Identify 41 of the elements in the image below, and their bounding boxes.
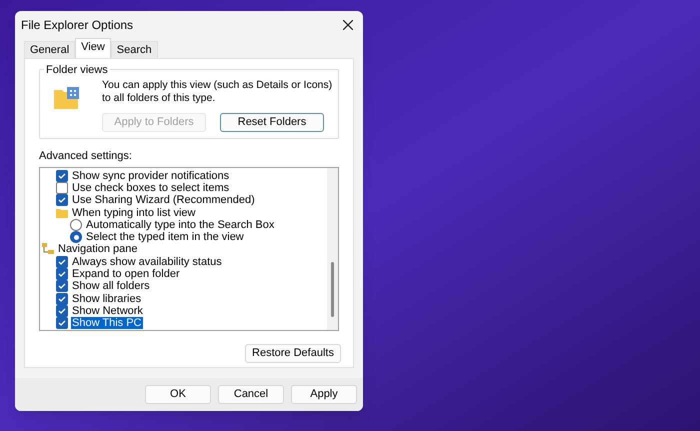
folder-icon xyxy=(56,208,68,218)
dialog-button[interactable]: OK xyxy=(145,385,211,404)
setting-label[interactable]: Show This PC xyxy=(71,317,142,330)
setting-label[interactable]: Always show availability status xyxy=(71,256,223,268)
window-title: File Explorer Options xyxy=(21,16,134,34)
radio-button[interactable] xyxy=(70,218,82,231)
restore-defaults-button[interactable]: Restore Defaults xyxy=(245,344,341,362)
folder-icon xyxy=(54,87,80,109)
folder-views-description: You can apply this view (such as Details or Icons) to all folders of this type. xyxy=(102,79,334,105)
dialog-button[interactable]: Apply xyxy=(291,385,357,404)
setting-label[interactable]: Show sync provider notifications xyxy=(71,170,230,182)
checkmark-icon xyxy=(58,172,66,180)
setting-label[interactable]: Automatically type into the Search Box xyxy=(85,218,276,231)
scrollbar[interactable] xyxy=(327,168,338,330)
checkbox[interactable] xyxy=(56,170,68,182)
tab[interactable]: View xyxy=(75,38,111,58)
radio-button[interactable] xyxy=(70,231,82,244)
advanced-settings-label: Advanced settings: xyxy=(39,149,133,164)
checkbox[interactable] xyxy=(56,182,68,194)
checkbox[interactable] xyxy=(56,292,68,305)
folder-views-button[interactable]: Reset Folders xyxy=(220,113,324,132)
setting-label[interactable]: Use Sharing Wizard (Recommended) xyxy=(71,194,256,206)
tab[interactable]: Search xyxy=(110,41,158,58)
tab[interactable]: General xyxy=(24,41,76,58)
setting-label[interactable]: Expand to open folder xyxy=(71,268,181,280)
setting-label[interactable]: When typing into list view xyxy=(71,206,196,219)
setting-label[interactable]: Navigation pane xyxy=(57,243,139,256)
setting-label[interactable]: Show all folders xyxy=(71,280,151,292)
setting-label[interactable]: Show libraries xyxy=(71,292,142,305)
dialog-button[interactable]: Cancel xyxy=(218,385,284,404)
tree-icon xyxy=(42,243,54,256)
setting-label[interactable]: Use check boxes to select items xyxy=(71,182,230,194)
checkbox[interactable] xyxy=(56,280,68,292)
checkbox[interactable] xyxy=(56,256,68,268)
checkmark-icon xyxy=(58,196,66,204)
checkbox[interactable] xyxy=(56,317,68,330)
checkbox[interactable] xyxy=(56,194,68,206)
setting-label[interactable]: Select the typed item in the view xyxy=(85,231,245,244)
setting-label[interactable]: Show Network xyxy=(71,304,144,317)
close-icon[interactable] xyxy=(343,20,353,30)
checkbox[interactable] xyxy=(56,304,68,317)
